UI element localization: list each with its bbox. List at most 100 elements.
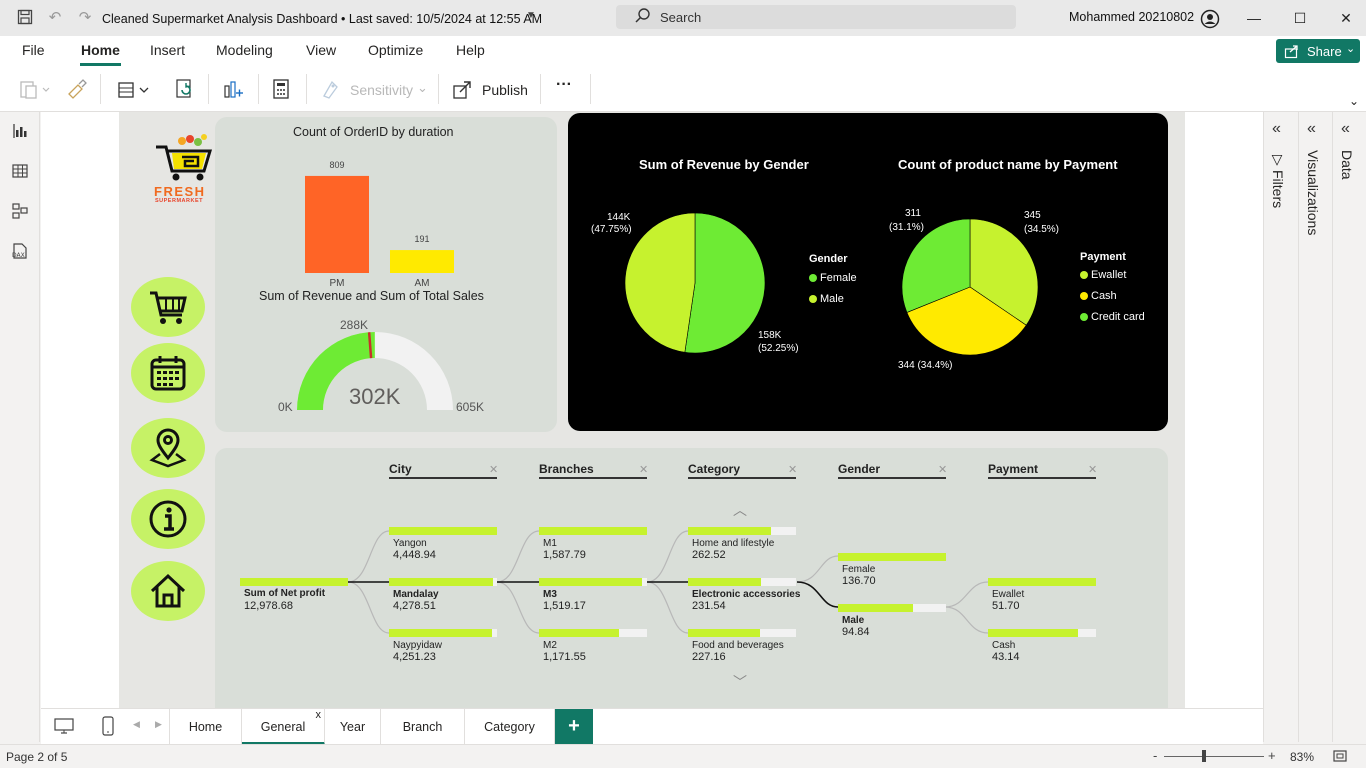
branches-node-bar[interactable] bbox=[539, 629, 647, 637]
pie-charts-svg[interactable] bbox=[568, 113, 1168, 431]
legend-item-male[interactable]: Male bbox=[809, 293, 844, 305]
category-node-bar[interactable] bbox=[688, 578, 796, 586]
nav-button-home[interactable] bbox=[131, 561, 205, 621]
gauge-max-label: 605K bbox=[456, 400, 485, 414]
dax-query-view-icon[interactable]: DAX bbox=[11, 242, 29, 260]
pie-slice-male[interactable] bbox=[624, 212, 696, 353]
tabs-prev-icon[interactable]: ◀ bbox=[133, 719, 140, 730]
paste-icon[interactable] bbox=[18, 78, 52, 100]
sensitivity-icon[interactable] bbox=[320, 78, 342, 100]
close-tab-icon[interactable]: x bbox=[316, 697, 322, 733]
more-options-icon[interactable]: ··· bbox=[556, 76, 572, 98]
save-icon[interactable] bbox=[16, 9, 34, 27]
tab-category[interactable]: Category bbox=[465, 709, 555, 745]
avatar-icon[interactable] bbox=[1200, 9, 1220, 29]
publish-icon[interactable] bbox=[452, 78, 474, 100]
gender-node-bar[interactable] bbox=[838, 553, 946, 561]
close-icon[interactable]: ✕ bbox=[1336, 8, 1356, 28]
tab-general[interactable]: General x bbox=[242, 709, 325, 745]
gender-pie[interactable] bbox=[624, 212, 766, 354]
nav-button-cart[interactable] bbox=[131, 277, 205, 337]
share-button[interactable]: Share ⌄ bbox=[1276, 39, 1360, 63]
menu-insert[interactable]: Insert bbox=[150, 42, 185, 58]
city-node-value: 4,251.23 bbox=[393, 651, 436, 663]
bar-am[interactable] bbox=[390, 250, 454, 273]
tabs-next-icon[interactable]: ▶ bbox=[155, 719, 162, 730]
zoom-slider[interactable] bbox=[1164, 756, 1264, 757]
filters-pane[interactable]: « ▽ Filters bbox=[1263, 112, 1298, 742]
nav-button-branch[interactable] bbox=[131, 418, 205, 478]
city-node-bar-fill bbox=[389, 527, 497, 535]
city-node-bar[interactable] bbox=[389, 578, 497, 586]
refresh-icon[interactable] bbox=[174, 78, 196, 100]
menu-help[interactable]: Help bbox=[456, 42, 485, 58]
mobile-layout-icon[interactable] bbox=[101, 715, 115, 740]
expand-data-icon[interactable]: « bbox=[1341, 120, 1350, 138]
desktop-layout-icon[interactable] bbox=[53, 717, 75, 738]
city-node-bar[interactable] bbox=[389, 629, 497, 637]
model-view-icon[interactable] bbox=[11, 202, 29, 220]
undo-icon[interactable]: ↶ bbox=[46, 9, 64, 27]
search-box[interactable]: Search bbox=[616, 5, 1016, 29]
branches-node-bar[interactable] bbox=[539, 527, 647, 535]
format-painter-icon[interactable] bbox=[66, 78, 88, 100]
tab-home[interactable]: Home bbox=[169, 709, 242, 745]
redo-icon[interactable]: ↷ bbox=[76, 9, 94, 27]
payment-pie[interactable] bbox=[901, 218, 1039, 356]
category-node-bar[interactable] bbox=[688, 629, 796, 637]
legend-item-cash[interactable]: Cash bbox=[1080, 290, 1117, 302]
title-dropdown-icon[interactable]: ▼ bbox=[522, 7, 540, 25]
fit-to-page-icon[interactable] bbox=[1332, 748, 1348, 767]
gender-node-bar[interactable] bbox=[838, 604, 946, 612]
report-view-icon[interactable] bbox=[11, 122, 29, 140]
branches-node-bar[interactable] bbox=[539, 578, 647, 586]
menu-view[interactable]: View bbox=[306, 42, 336, 58]
sensitivity-label[interactable]: Sensitivity bbox=[350, 82, 413, 104]
new-visual-icon[interactable] bbox=[222, 78, 244, 100]
nav-button-info[interactable] bbox=[131, 489, 205, 549]
visualizations-pane[interactable]: « Visualizations bbox=[1298, 112, 1332, 742]
new-measure-icon[interactable] bbox=[270, 78, 292, 100]
menu-file[interactable]: File bbox=[22, 42, 45, 58]
tab-year[interactable]: Year bbox=[325, 709, 381, 745]
branches-node-value: 1,587.79 bbox=[543, 549, 586, 561]
publish-label[interactable]: Publish bbox=[482, 82, 528, 104]
bar-chart[interactable]: 809 PM 191 AM bbox=[215, 140, 557, 290]
payment-node-bar[interactable] bbox=[988, 578, 1096, 586]
legend-item-credit-card[interactable]: Credit card bbox=[1080, 311, 1145, 323]
branches-node-value: 1,171.55 bbox=[543, 651, 586, 663]
table-view-icon[interactable] bbox=[11, 162, 29, 180]
sensitivity-chevron-icon[interactable]: ⌄ bbox=[417, 80, 428, 102]
menu-optimize[interactable]: Optimize bbox=[368, 42, 423, 58]
legend-item-female[interactable]: Female bbox=[809, 272, 857, 284]
ribbon-separator bbox=[258, 74, 259, 104]
nav-button-year[interactable] bbox=[131, 343, 205, 403]
minimize-icon[interactable]: — bbox=[1244, 8, 1264, 28]
user-name[interactable]: Mohammed 20210802 bbox=[1069, 10, 1194, 24]
payment-legend-title: Payment bbox=[1080, 251, 1126, 263]
menu-home[interactable]: Home bbox=[81, 42, 120, 58]
add-page-button[interactable]: + bbox=[555, 709, 593, 744]
zoom-out-icon[interactable]: - bbox=[1153, 748, 1157, 763]
expand-filters-icon[interactable]: « bbox=[1272, 120, 1281, 138]
share-icon bbox=[1284, 43, 1300, 62]
category-node-bar[interactable] bbox=[688, 527, 796, 535]
bar-pm[interactable] bbox=[305, 175, 369, 273]
root-bar[interactable] bbox=[240, 578, 348, 586]
payment-node-bar-fill bbox=[988, 578, 1096, 586]
category-node-value: 231.54 bbox=[692, 600, 726, 612]
payment-node-bar[interactable] bbox=[988, 629, 1096, 637]
legend-item-ewallet[interactable]: Ewallet bbox=[1080, 269, 1126, 281]
expand-visualizations-icon[interactable]: « bbox=[1307, 120, 1316, 138]
tab-branch[interactable]: Branch bbox=[381, 709, 465, 745]
city-node-bar[interactable] bbox=[389, 527, 497, 535]
pie-slice-female[interactable] bbox=[684, 212, 766, 354]
branches-node-bar-fill bbox=[539, 578, 643, 586]
menu-modeling[interactable]: Modeling bbox=[216, 42, 273, 58]
data-pane[interactable]: « Data bbox=[1332, 112, 1366, 742]
zoom-in-icon[interactable]: + bbox=[1268, 748, 1276, 763]
zoom-level: 83% bbox=[1290, 750, 1315, 764]
get-data-icon[interactable] bbox=[116, 78, 152, 100]
zoom-slider-thumb[interactable] bbox=[1202, 750, 1206, 762]
maximize-icon[interactable]: ☐ bbox=[1290, 8, 1310, 28]
